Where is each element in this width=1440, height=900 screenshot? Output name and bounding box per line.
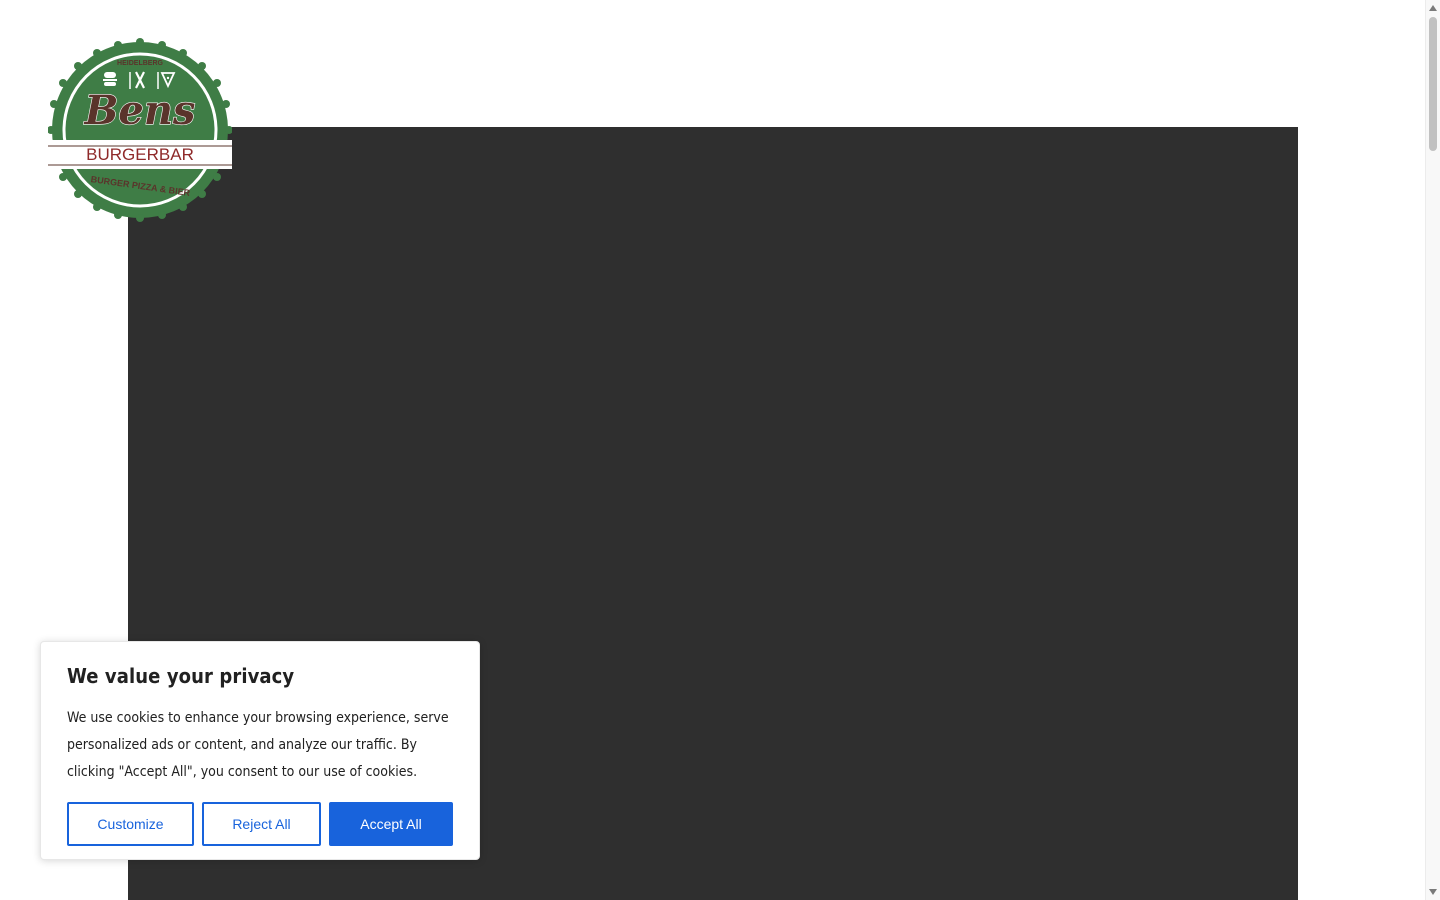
cookie-banner-actions: Customize Reject All Accept All xyxy=(67,802,453,846)
vertical-scrollbar[interactable] xyxy=(1425,0,1440,900)
accept-all-button[interactable]: Accept All xyxy=(329,802,453,846)
reject-all-button[interactable]: Reject All xyxy=(202,802,321,846)
site-logo[interactable]: HEIDELBERG Bens BURGERBAR BURGER PIZZA &… xyxy=(48,38,232,222)
cookie-banner-title: We value your privacy xyxy=(67,664,295,688)
page: HEIDELBERG Bens BURGERBAR BURGER PIZZA &… xyxy=(0,0,1440,900)
scroll-thumb[interactable] xyxy=(1429,17,1437,151)
scroll-up-icon[interactable] xyxy=(1429,5,1437,11)
logo-top-text: HEIDELBERG xyxy=(117,60,163,67)
cookie-banner: We value your privacy We use cookies to … xyxy=(40,641,480,860)
customize-button[interactable]: Customize xyxy=(67,802,194,846)
logo-subtitle: BURGERBAR xyxy=(86,145,194,164)
burger-icon xyxy=(103,72,117,86)
logo-brand-name: Bens xyxy=(84,87,196,134)
scroll-down-icon[interactable] xyxy=(1429,889,1437,895)
cookie-banner-description: We use cookies to enhance your browsing … xyxy=(67,710,449,780)
